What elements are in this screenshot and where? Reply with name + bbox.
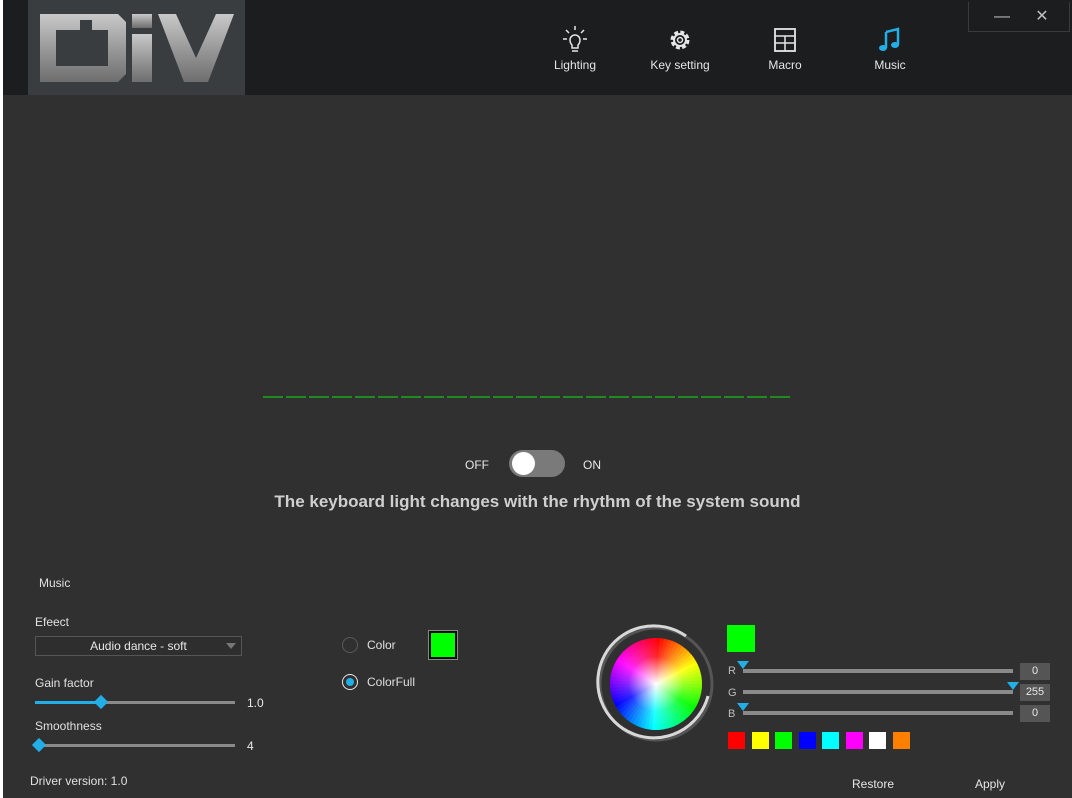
visualizer-bar	[769, 396, 790, 398]
blue-slider-handle[interactable]	[737, 703, 749, 711]
gain-slider[interactable]	[35, 694, 235, 710]
toggle-on-label: ON	[583, 458, 601, 472]
music-description: The keyboard light changes with the rhyt…	[274, 492, 801, 511]
window-controls: — ✕	[968, 2, 1070, 32]
nav-macro-label: Macro	[768, 58, 802, 72]
visualizer-bar	[539, 396, 560, 398]
restore-button[interactable]: Restore	[852, 777, 894, 791]
visualizer-bar	[700, 396, 721, 398]
preset-color-swatch[interactable]	[728, 732, 745, 749]
effect-label: Efeect	[35, 615, 70, 629]
nav-macro[interactable]: Macro	[735, 24, 835, 84]
visualizer-bar	[493, 396, 514, 398]
visualizer-bar	[608, 396, 629, 398]
chevron-down-icon	[226, 643, 236, 649]
music-toggle-row: OFF ON	[465, 450, 625, 478]
nav-key-setting-label: Key setting	[650, 58, 710, 72]
gain-slider-fill	[35, 701, 101, 704]
toggle-knob	[512, 452, 535, 475]
music-note-icon	[879, 27, 900, 51]
visualizer-bar	[746, 396, 767, 398]
green-slider-handle[interactable]	[1007, 682, 1019, 690]
nav-key-setting[interactable]: Key setting	[630, 24, 730, 84]
visualizer-bar	[263, 396, 284, 398]
music-toggle-switch[interactable]	[509, 450, 565, 477]
visualizer-bar	[654, 396, 675, 398]
nav-lighting-label: Lighting	[553, 58, 597, 72]
visualizer-bar	[447, 396, 468, 398]
visualizer-bar	[401, 396, 422, 398]
red-label: R	[728, 665, 736, 677]
sound-visualizer	[263, 396, 793, 400]
visualizer-bar	[631, 396, 652, 398]
driver-version: Driver version: 1.0	[30, 774, 128, 788]
gain-label: Gain factor	[35, 676, 94, 690]
bulb-icon	[563, 26, 587, 52]
preset-color-swatch[interactable]	[845, 732, 863, 749]
smoothness-label: Smoothness	[35, 719, 102, 733]
gain-value: 1.0	[247, 696, 264, 710]
smoothness-slider[interactable]	[31, 737, 235, 753]
visualizer-bar	[677, 396, 698, 398]
brand-logo-icon	[40, 14, 234, 82]
effect-dropdown[interactable]: Audio dance - soft	[35, 636, 242, 656]
green-label: G	[728, 687, 737, 699]
gear-icon	[670, 30, 690, 50]
visualizer-bar	[424, 396, 445, 398]
blue-value[interactable]: 0	[1020, 705, 1050, 722]
color-radio[interactable]	[342, 637, 358, 653]
brand-logo	[28, 0, 245, 95]
smoothness-slider-handle[interactable]	[31, 737, 47, 753]
visualizer-bar	[332, 396, 353, 398]
visualizer-bar	[516, 396, 537, 398]
green-slider[interactable]	[743, 682, 1019, 694]
visualizer-bar	[470, 396, 491, 398]
smoothness-value: 4	[247, 739, 254, 753]
gain-slider-handle[interactable]	[93, 694, 109, 710]
selected-color-preview	[727, 625, 755, 652]
grid-icon	[774, 28, 796, 52]
preset-color-swatch[interactable]	[892, 732, 910, 749]
preset-color-swatch[interactable]	[751, 732, 769, 749]
blue-label: B	[728, 708, 736, 720]
preset-color-swatch[interactable]	[869, 732, 886, 749]
visualizer-bar	[562, 396, 583, 398]
red-value[interactable]: 0	[1020, 663, 1050, 680]
section-title: Music	[39, 576, 71, 590]
nav-music[interactable]: Music	[840, 24, 940, 84]
colorfull-radio-label: ColorFull	[367, 675, 416, 689]
apply-button[interactable]: Apply	[975, 777, 1005, 791]
color-wheel[interactable]	[596, 624, 716, 744]
colorfull-radio[interactable]	[342, 674, 358, 690]
visualizer-bar	[378, 396, 399, 398]
nav-music-label: Music	[874, 58, 906, 72]
visualizer-bar	[355, 396, 376, 398]
minimize-button[interactable]: —	[987, 6, 1017, 28]
effect-dropdown-value: Audio dance - soft	[90, 639, 187, 653]
single-color-swatch[interactable]	[428, 630, 458, 660]
visualizer-bar	[309, 396, 330, 398]
preset-color-swatch[interactable]	[775, 732, 792, 749]
nav-lighting[interactable]: Lighting	[525, 24, 625, 84]
app-window: Lighting Key setting Macro Music — ✕ OFF…	[3, 0, 1072, 798]
visualizer-bar	[286, 396, 307, 398]
color-wheel-graphic	[596, 624, 714, 742]
preset-color-swatch[interactable]	[798, 732, 816, 749]
red-slider-handle[interactable]	[737, 661, 749, 669]
visualizer-bar	[723, 396, 744, 398]
blue-slider[interactable]	[737, 703, 1013, 715]
red-slider[interactable]	[737, 661, 1013, 673]
visualizer-bar	[585, 396, 606, 398]
green-value[interactable]: 255	[1020, 684, 1050, 701]
toggle-off-label: OFF	[465, 458, 489, 472]
color-radio-label: Color	[367, 638, 396, 652]
close-button[interactable]: ✕	[1027, 6, 1057, 28]
preset-color-swatch[interactable]	[822, 732, 839, 749]
header-bar: Lighting Key setting Macro Music — ✕	[3, 0, 1072, 95]
